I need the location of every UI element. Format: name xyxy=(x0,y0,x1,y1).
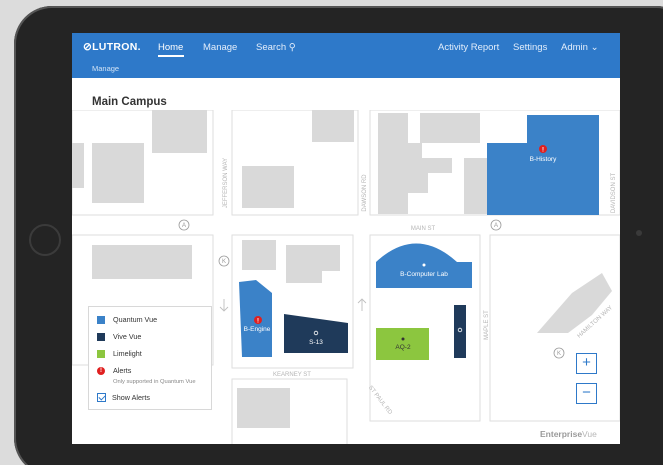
building-s13[interactable] xyxy=(284,314,348,353)
marker-a-label: A xyxy=(494,223,498,229)
building-gray xyxy=(286,245,340,283)
street-kearney-st: KEARNEY ST xyxy=(273,372,311,378)
label-b-history: B-History xyxy=(530,156,557,163)
legend-limelight-label: Limelight xyxy=(113,349,142,358)
show-alerts-label[interactable]: Show Alerts xyxy=(112,393,150,402)
nav-manage[interactable]: Manage xyxy=(203,42,237,53)
tablet-camera xyxy=(636,230,642,236)
legend-quantum-vue: Quantum Vue xyxy=(97,315,157,324)
building-gray xyxy=(92,143,144,203)
brand-light: Vue xyxy=(582,429,597,439)
quantum-vue-swatch xyxy=(97,315,105,324)
legend-alerts: ! Alerts xyxy=(97,366,131,375)
legend-limelight: Limelight xyxy=(97,349,142,358)
legend-alerts-note: Only supported in Quantum Vue xyxy=(113,379,196,385)
legend-quantum-vue-label: Quantum Vue xyxy=(113,315,158,324)
nav-home[interactable]: Home xyxy=(158,42,183,53)
legend-vive-vue: Vive Vue xyxy=(97,332,141,341)
building-gray xyxy=(242,240,276,270)
top-navbar: ⊘LUTRON. Home Manage Search ⚲ Activity R… xyxy=(72,33,620,78)
building-gray xyxy=(152,110,207,153)
tablet-home-button[interactable] xyxy=(29,224,61,256)
lutron-logo[interactable]: ⊘LUTRON. xyxy=(83,41,141,53)
street-st-paul-rd: ST PAUL RD xyxy=(367,385,393,416)
label-b-engine: B-Engine xyxy=(244,326,271,333)
street-dawson-rd: DAWSON RD xyxy=(362,174,368,212)
building-gray xyxy=(72,143,84,188)
legend-vive-vue-label: Vive Vue xyxy=(113,332,142,341)
building-gray xyxy=(420,113,480,143)
nav-home-underline xyxy=(158,55,184,57)
street-davidson-st: DAVIDSON ST xyxy=(611,173,617,214)
building-gray xyxy=(92,245,192,279)
nav-settings[interactable]: Settings xyxy=(513,42,547,53)
nav-search[interactable]: Search ⚲ xyxy=(256,42,296,53)
legend-alerts-label: Alerts xyxy=(113,366,132,375)
arrow-up-icon xyxy=(357,298,367,311)
street-jefferson-way: JEFFERSON WAY xyxy=(223,158,229,208)
enterprisevue-brand: EnterpriseVue xyxy=(540,429,597,439)
status-dot xyxy=(422,263,426,267)
label-b-computer-lab: B-Computer Lab xyxy=(400,271,448,278)
arrow-down-icon xyxy=(219,299,229,312)
building-gray xyxy=(312,110,354,142)
zoom-out-button[interactable]: − xyxy=(576,383,597,404)
show-alerts-toggle[interactable]: Show Alerts xyxy=(97,393,150,402)
label-aq2: AQ-2 xyxy=(395,344,411,351)
map-legend: Quantum Vue Vive Vue Limelight ! Alerts … xyxy=(88,306,212,410)
marker-a-label: A xyxy=(182,223,186,229)
marker-k-label: K xyxy=(222,259,226,265)
nav-admin[interactable]: Admin ⌄ xyxy=(561,42,599,53)
app-screen: ⊘LUTRON. Home Manage Search ⚲ Activity R… xyxy=(72,33,620,444)
label-s13: S-13 xyxy=(309,339,323,346)
vive-vue-swatch xyxy=(97,332,105,341)
marker-k-label: K xyxy=(557,351,561,357)
b-history-notch xyxy=(487,115,527,143)
page-title: Main Campus xyxy=(92,96,167,108)
nav-activity-report[interactable]: Activity Report xyxy=(438,42,499,53)
alert-icon-glyph: ! xyxy=(542,148,544,154)
alert-icon-glyph: ! xyxy=(257,319,259,325)
zoom-in-button[interactable]: + xyxy=(576,353,597,374)
street-maple-st: MAPLE ST xyxy=(484,310,490,340)
limelight-swatch xyxy=(97,349,105,358)
building-gray xyxy=(242,166,294,208)
status-dot xyxy=(401,337,405,341)
subnav-manage[interactable]: Manage xyxy=(92,64,119,73)
building-gray xyxy=(237,388,290,428)
alert-icon: ! xyxy=(97,366,105,375)
checkbox-checked-icon[interactable] xyxy=(97,393,106,402)
street-main-st: MAIN ST xyxy=(411,226,436,232)
brand-bold: Enterprise xyxy=(540,429,583,439)
building-gray xyxy=(537,273,612,333)
